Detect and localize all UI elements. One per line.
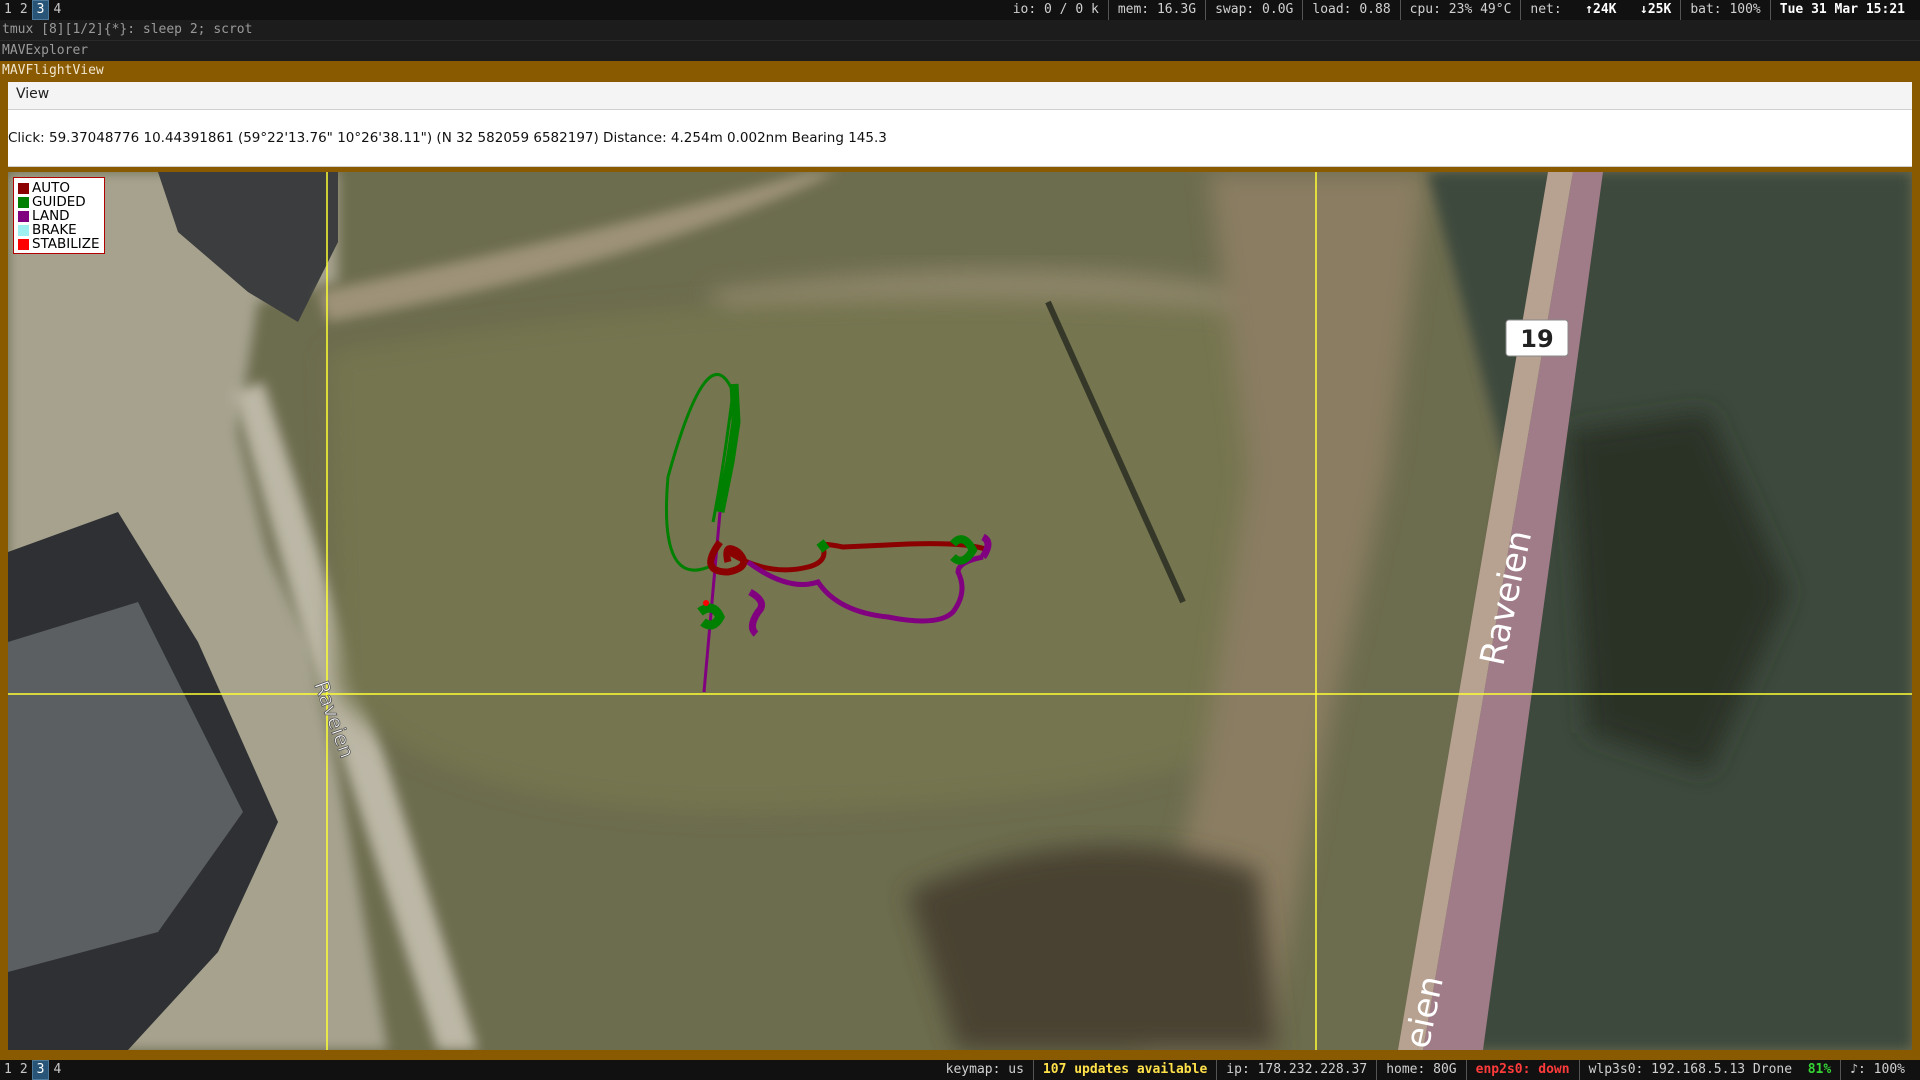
keymap-status: keymap: us (945, 1062, 1024, 1077)
cpu-status: cpu: 23% 49°C (1399, 0, 1521, 20)
map-canvas[interactable]: Raveien Raveien eien 19 (8, 172, 1912, 1050)
legend-swatch-icon (18, 196, 29, 208)
road-number: 19 (1520, 325, 1553, 353)
track-stabilize-point (703, 600, 709, 606)
satellite-map[interactable]: Raveien Raveien eien 19 AUTO GUIDED LAND (8, 172, 1912, 1050)
updates-status: 107 updates available (1032, 1060, 1216, 1080)
flightview-window-title[interactable]: MAVFlightView (0, 61, 1920, 81)
net-up: ↑24K (1585, 2, 1617, 17)
io-status: io: 0 / 0 k (1012, 2, 1099, 17)
net-status: net: ↑24K ↓25K (1520, 0, 1680, 20)
net-label: net: (1530, 2, 1562, 17)
system-status-bottom: keymap: us 107 updates available ip: 178… (937, 1060, 1914, 1080)
volume-status: ♪: 100% (1840, 1060, 1914, 1080)
legend-item-auto: AUTO (18, 181, 100, 195)
wifi-quality: 81% (1807, 1062, 1832, 1077)
legend-item-guided: GUIDED (18, 195, 100, 209)
tmux-window-title[interactable]: tmux [8][1/2]{*}: sleep 2; scrot (0, 20, 1920, 40)
legend-item-stabilize: STABILIZE (18, 237, 100, 251)
legend-label: BRAKE (32, 222, 77, 238)
legend-label: GUIDED (32, 194, 86, 210)
workspace-switcher-bottom: 1 2 3 4 (0, 1060, 65, 1080)
menu-view[interactable]: View (14, 86, 51, 102)
top-status-bar: 1 2 3 4 io: 0 / 0 k mem: 16.3G swap: 0.0… (0, 0, 1920, 20)
track-guided-mid (816, 539, 830, 553)
legend-item-brake: BRAKE (18, 223, 100, 237)
workspace-2-button[interactable]: 2 (16, 1060, 32, 1080)
menu-bar: View (8, 82, 1912, 110)
legend-swatch-icon (18, 210, 29, 222)
legend-swatch-icon (18, 182, 29, 194)
flight-mode-legend: AUTO GUIDED LAND BRAKE STABILIZE (13, 177, 105, 254)
legend-label: STABILIZE (32, 236, 100, 252)
legend-swatch-icon (18, 238, 29, 250)
wifi-label: wlp3s0: 192.168.5.13 Drone (1588, 1062, 1793, 1077)
swap-status: swap: 0.0G (1205, 0, 1302, 20)
system-status: io: 0 / 0 k mem: 16.3G swap: 0.0G load: … (1004, 0, 1914, 20)
ethernet-status: enp2s0: down (1465, 1060, 1579, 1080)
mem-status: mem: 16.3G (1107, 0, 1205, 20)
mavexplorer-window-title[interactable]: MAVExplorer (0, 40, 1920, 61)
battery-status: bat: 100% (1680, 0, 1769, 20)
bottom-status-bar: 1 2 3 4 keymap: us 107 updates available… (0, 1060, 1920, 1080)
legend-item-land: LAND (18, 209, 100, 223)
shrubs-bottom (908, 846, 1278, 1050)
workspace-1-button[interactable]: 1 (0, 1060, 16, 1080)
net-down: ↓25K (1640, 2, 1672, 17)
legend-label: LAND (32, 208, 70, 224)
workspace-4-button[interactable]: 4 (49, 0, 65, 20)
legend-swatch-icon (18, 224, 29, 236)
load-status: load: 0.88 (1302, 0, 1399, 20)
legend-label: AUTO (32, 180, 70, 196)
workspace-4-button[interactable]: 4 (49, 1060, 65, 1080)
click-info-bar: Click: 59.37048776 10.44391861 (59°22'13… (8, 110, 1912, 167)
click-info-text: Click: 59.37048776 10.44391861 (59°22'13… (8, 130, 887, 146)
grass-field (328, 298, 1288, 813)
disk-status: home: 80G (1376, 1060, 1465, 1080)
workspace-switcher: 1 2 3 4 (0, 0, 65, 20)
workspace-3-button[interactable]: 3 (31, 0, 50, 20)
workspace-3-button[interactable]: 3 (31, 1060, 50, 1080)
clock: Tue 31 Mar 15:21 (1769, 0, 1914, 20)
workspace-1-button[interactable]: 1 (0, 0, 16, 20)
workspace-2-button[interactable]: 2 (16, 0, 32, 20)
wifi-status: wlp3s0: 192.168.5.13 Drone 81% (1578, 1060, 1841, 1080)
ip-status: ip: 178.232.228.37 (1216, 1060, 1376, 1080)
